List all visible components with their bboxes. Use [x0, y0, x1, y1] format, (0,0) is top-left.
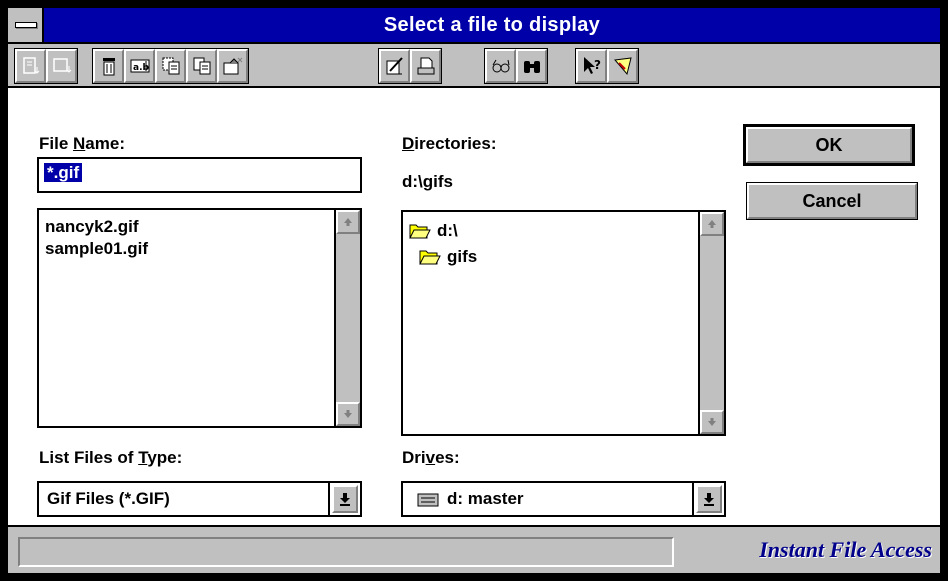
file-name-input[interactable]: *.gif — [37, 157, 362, 193]
file-type-select[interactable]: Gif Files (*.GIF) — [37, 481, 362, 517]
file-type-value: Gif Files (*.GIF) — [47, 489, 170, 508]
arrow-down-icon — [708, 418, 716, 426]
drives-select[interactable]: d: master — [401, 481, 726, 517]
combo-divider — [328, 483, 330, 515]
drive-icon — [417, 493, 439, 507]
search-icon — [523, 61, 540, 73]
about-icon — [613, 57, 632, 76]
drives-dropdown-button[interactable] — [696, 485, 722, 513]
directory-label: d:\ — [437, 221, 458, 240]
dropdown-arrow-icon — [340, 493, 350, 506]
system-menu-button[interactable] — [8, 8, 44, 42]
file-type-label: List Files of Type: — [39, 448, 183, 467]
scroll-up-button[interactable] — [700, 212, 724, 236]
view-icon — [52, 58, 71, 73]
directory-list-item[interactable]: d:\ — [409, 218, 477, 244]
directory-list-items: d:\ gifs — [409, 218, 477, 270]
help-icon: ? — [583, 57, 601, 74]
directory-list-item[interactable]: gifs — [409, 244, 477, 270]
open-icon — [22, 57, 39, 74]
toolbar-open-button[interactable] — [15, 49, 46, 83]
toolbar-paste-button[interactable] — [186, 49, 217, 83]
dropdown-arrow-icon — [704, 493, 714, 506]
file-list-scrollbar[interactable] — [334, 210, 360, 426]
directory-list-scrollbar[interactable] — [698, 212, 724, 434]
rename-icon: a.b — [130, 59, 149, 73]
system-menu-icon — [15, 22, 37, 28]
toolbar: a.b ? — [8, 44, 940, 88]
svg-text:a.b: a.b — [133, 63, 149, 73]
toolbar-group-edit-print — [378, 48, 442, 84]
toolbar-group-edit: a.b — [92, 48, 249, 84]
toolbar-print-button[interactable] — [410, 49, 441, 83]
find-icon — [492, 59, 509, 73]
current-path: d:\gifs — [402, 172, 453, 191]
toolbar-edit-button[interactable] — [379, 49, 410, 83]
edit-icon — [386, 57, 403, 75]
drives-value: d: master — [447, 489, 524, 508]
ok-button[interactable]: OK — [743, 124, 915, 166]
directory-list[interactable]: d:\ gifs — [401, 210, 726, 436]
window-title: Select a file to display — [383, 14, 601, 36]
scroll-up-button[interactable] — [336, 210, 360, 234]
brand-label: Instant File Access — [759, 537, 932, 562]
toolbar-view-button[interactable] — [46, 49, 77, 83]
file-name-label: File Name: — [39, 134, 125, 153]
title-bar[interactable]: Select a file to display — [8, 8, 940, 44]
toolbar-about-button[interactable] — [607, 49, 638, 83]
toolbar-group-file — [14, 48, 78, 84]
toolbar-search-button[interactable] — [516, 49, 547, 83]
toolbar-group-find — [484, 48, 548, 84]
file-list[interactable]: nancyk2.gif sample01.gif — [37, 208, 362, 428]
dialog-body: File Name: *.gif nancyk2.gif sample01.gif… — [8, 90, 940, 525]
copy-icon — [162, 57, 179, 75]
file-list-item[interactable]: nancyk2.gif — [45, 216, 148, 238]
open-folder-icon — [409, 224, 431, 239]
open-folder-icon — [419, 250, 441, 265]
drives-label: Drives: — [402, 448, 460, 467]
paste-icon — [193, 57, 210, 75]
file-name-value: *.gif — [44, 163, 83, 182]
toolbar-move-button[interactable] — [217, 49, 248, 83]
toolbar-help-button[interactable]: ? — [576, 49, 607, 83]
scroll-down-button[interactable] — [700, 410, 724, 434]
status-bar: Instant File Access — [8, 525, 940, 573]
arrow-up-icon — [344, 218, 352, 226]
dialog-window: Select a file to display a.b ? File Name… — [0, 0, 948, 581]
print-icon — [417, 57, 434, 75]
combo-divider — [692, 483, 694, 515]
directories-label: Directories: — [402, 134, 497, 153]
toolbar-group-help: ? — [575, 48, 639, 84]
toolbar-rename-button[interactable]: a.b — [124, 49, 155, 83]
move-icon — [223, 57, 242, 75]
toolbar-find-button[interactable] — [485, 49, 516, 83]
delete-icon — [102, 58, 115, 76]
scroll-down-button[interactable] — [336, 402, 360, 426]
svg-text:?: ? — [594, 58, 601, 72]
file-list-items: nancyk2.gif sample01.gif — [45, 216, 148, 260]
cancel-button[interactable]: Cancel — [746, 182, 918, 220]
directory-label: gifs — [447, 247, 478, 266]
file-type-dropdown-button[interactable] — [332, 485, 358, 513]
dialog-frame: Select a file to display a.b ? File Name… — [6, 6, 942, 575]
toolbar-delete-button[interactable] — [93, 49, 124, 83]
toolbar-copy-button[interactable] — [155, 49, 186, 83]
file-list-item[interactable]: sample01.gif — [45, 238, 148, 260]
status-text-panel — [18, 537, 674, 567]
arrow-up-icon — [708, 220, 716, 228]
arrow-down-icon — [344, 410, 352, 418]
